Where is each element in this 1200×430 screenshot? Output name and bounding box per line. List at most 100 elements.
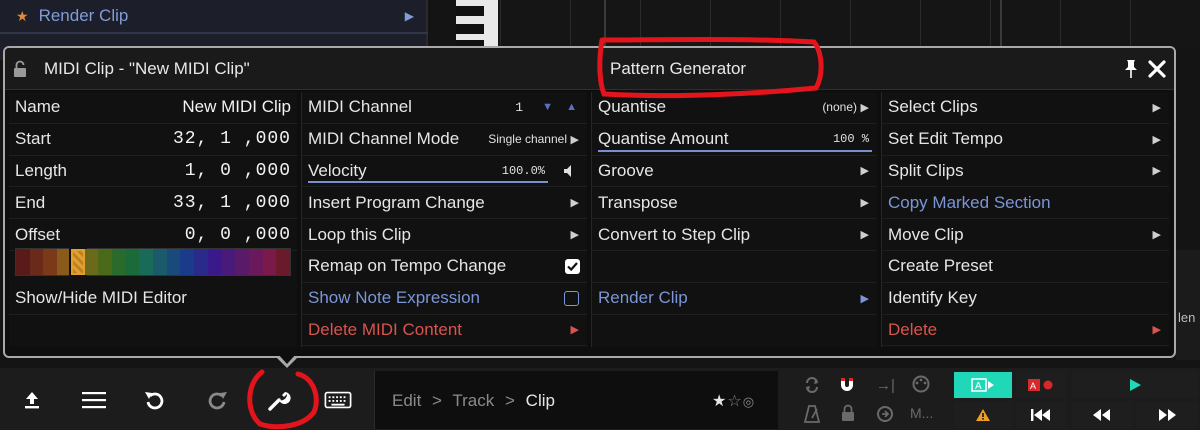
length-row[interactable]: Length 1, 0 ,000 — [9, 156, 297, 188]
start-value[interactable]: 32, 1 ,000 — [173, 129, 291, 149]
set-edit-tempo-row[interactable]: Set Edit Tempo ▶ — [882, 124, 1169, 156]
show-note-expression-checkbox[interactable] — [564, 290, 579, 306]
delete-row[interactable]: Delete ▶ — [882, 315, 1169, 347]
automation-read-button[interactable]: A — [954, 372, 1012, 398]
go-to-start-button[interactable] — [1016, 402, 1066, 428]
padlock-icon[interactable] — [840, 404, 856, 422]
midi-channel-row[interactable]: MIDI Channel 1 ▼ ▲ — [302, 92, 587, 124]
color-swatch[interactable] — [207, 249, 222, 275]
quantise-amount-slider[interactable] — [598, 149, 872, 152]
color-swatch[interactable] — [166, 249, 181, 275]
menu-button[interactable] — [80, 386, 108, 414]
eye-hidden-icon[interactable]: ◎ — [743, 394, 755, 409]
name-row[interactable]: Name New MIDI Clip — [9, 92, 297, 124]
transpose-row[interactable]: Transpose ▶ — [592, 187, 877, 220]
velocity-row[interactable]: Velocity 100.0% — [302, 156, 587, 188]
select-clips-row[interactable]: Select Clips ▶ — [882, 92, 1169, 124]
punch-in-icon[interactable]: →| — [876, 377, 895, 394]
loop-clip-row[interactable]: Loop this Clip ▶ — [302, 219, 587, 251]
color-swatch[interactable] — [221, 249, 236, 275]
remap-tempo-row[interactable]: Remap on Tempo Change — [302, 251, 587, 283]
favourites-control[interactable]: ★☆◎ — [712, 391, 755, 411]
show-note-expression-row[interactable]: Show Note Expression — [302, 283, 587, 315]
show-hide-midi-editor[interactable]: Show/Hide MIDI Editor — [9, 283, 297, 315]
breadcrumb-track[interactable]: Track — [452, 391, 494, 410]
rewind-button[interactable] — [1072, 402, 1132, 428]
color-swatch[interactable] — [235, 249, 249, 275]
midi-input-icon[interactable] — [912, 375, 930, 393]
sync-icon[interactable] — [876, 405, 894, 423]
keyboard-button[interactable] — [324, 386, 352, 414]
move-clip-row[interactable]: Move Clip ▶ — [882, 219, 1169, 251]
delete-midi-content-label: Delete MIDI Content — [308, 319, 463, 339]
copy-marked-section-row[interactable]: Copy Marked Section — [882, 187, 1169, 220]
remap-tempo-checkbox[interactable] — [565, 258, 580, 274]
color-swatch[interactable] — [248, 249, 263, 275]
close-icon[interactable] — [1147, 59, 1167, 79]
quantise-amount-row[interactable]: Quantise Amount 100 % — [592, 124, 877, 156]
color-swatch[interactable] — [111, 249, 126, 275]
color-swatch[interactable] — [276, 249, 291, 275]
color-swatch[interactable] — [29, 249, 44, 275]
color-swatch[interactable] — [16, 249, 30, 275]
render-clip-row[interactable]: Render Clip ▶ — [592, 283, 877, 315]
color-swatch[interactable] — [153, 249, 167, 275]
insert-program-change-row[interactable]: Insert Program Change ▶ — [302, 187, 587, 220]
color-swatch[interactable] — [194, 249, 208, 275]
velocity-slider[interactable] — [308, 181, 548, 184]
clip-list-item-render[interactable]: ★ Render Clip ▶ — [0, 0, 428, 34]
rewind-icon — [1093, 409, 1110, 421]
wrench-icon — [268, 392, 291, 411]
breadcrumb-clip[interactable]: Clip — [526, 391, 555, 410]
name-value[interactable]: New MIDI Clip — [182, 97, 291, 117]
snap-magnet-icon[interactable] — [838, 376, 856, 394]
metronome-label[interactable]: M... — [910, 405, 933, 421]
lock-icon[interactable] — [13, 60, 27, 78]
breadcrumb: Edit > Track > Clip — [392, 391, 555, 411]
breadcrumb-edit[interactable]: Edit — [392, 391, 421, 410]
edit-tools-button[interactable] — [265, 386, 293, 414]
export-button[interactable] — [18, 386, 46, 414]
warning-button[interactable] — [954, 402, 1012, 428]
groove-row[interactable]: Groove ▶ — [592, 156, 877, 188]
metronome-icon[interactable] — [804, 405, 820, 423]
color-swatch[interactable] — [262, 249, 277, 275]
end-row[interactable]: End 33, 1 ,000 — [9, 187, 297, 220]
clip-color-picker[interactable] — [15, 247, 291, 277]
speaker-icon[interactable] — [563, 164, 577, 178]
convert-step-clip-row[interactable]: Convert to Step Clip ▶ — [592, 219, 877, 251]
delete-midi-content-row[interactable]: Delete MIDI Content ▶ — [302, 315, 587, 347]
color-swatch[interactable] — [68, 247, 87, 277]
grid-line — [604, 0, 606, 48]
channel-down-icon[interactable]: ▼ — [542, 101, 553, 113]
split-clips-row[interactable]: Split Clips ▶ — [882, 156, 1169, 188]
offset-row[interactable]: Offset 0, 0 ,000 — [9, 219, 297, 251]
undo-button[interactable] — [141, 386, 169, 414]
identify-key-row[interactable]: Identify Key — [882, 283, 1169, 315]
chevron-right-icon: ▶ — [1152, 101, 1161, 114]
length-value[interactable]: 1, 0 ,000 — [185, 161, 291, 181]
create-preset-row[interactable]: Create Preset — [882, 251, 1169, 283]
midi-channel-mode-row[interactable]: MIDI Channel Mode Single channel ▶ — [302, 124, 587, 156]
quantise-row[interactable]: Quantise (none) ▶ — [592, 92, 877, 124]
loop-icon[interactable] — [804, 377, 820, 393]
color-swatch[interactable] — [84, 249, 99, 275]
color-swatch[interactable] — [125, 249, 140, 275]
start-row[interactable]: Start 32, 1 ,000 — [9, 124, 297, 156]
star-filled-icon[interactable]: ★ — [712, 393, 727, 410]
redo-button[interactable] — [203, 386, 231, 414]
end-value[interactable]: 33, 1 ,000 — [173, 193, 291, 213]
automation-record-button[interactable]: A — [1016, 372, 1066, 398]
pin-icon[interactable] — [1122, 59, 1140, 79]
color-swatch[interactable] — [180, 249, 195, 275]
offset-value[interactable]: 0, 0 ,000 — [185, 225, 291, 245]
screen: ★ Render Clip ▶ len MIDI Clip - "New MID… — [0, 0, 1200, 430]
play-button[interactable] — [1072, 372, 1198, 398]
channel-up-icon[interactable]: ▲ — [566, 101, 577, 113]
color-swatch[interactable] — [43, 249, 58, 275]
color-swatch[interactable] — [139, 249, 154, 275]
fast-forward-button[interactable] — [1136, 402, 1198, 428]
star-outline-icon[interactable]: ☆ — [727, 393, 742, 410]
color-swatch[interactable] — [98, 249, 112, 275]
color-swatch[interactable] — [57, 249, 71, 275]
